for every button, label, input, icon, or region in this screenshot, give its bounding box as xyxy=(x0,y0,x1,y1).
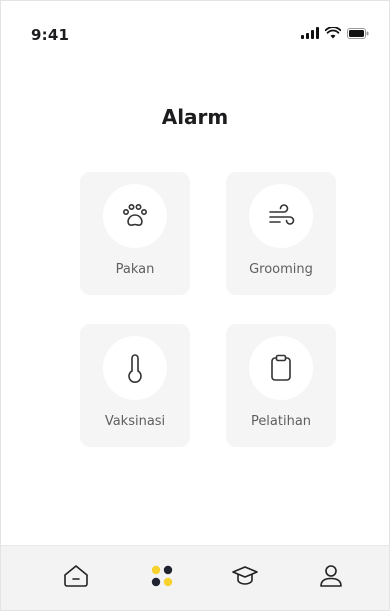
tile-vaksinasi[interactable]: Vaksinasi xyxy=(80,324,190,447)
tile-pelatihan[interactable]: Pelatihan xyxy=(226,324,336,447)
status-time: 9:41 xyxy=(31,26,70,44)
tile-icon-circle xyxy=(103,184,167,248)
tile-icon-circle xyxy=(103,336,167,400)
home-icon xyxy=(64,565,88,587)
nav-home[interactable] xyxy=(62,562,90,590)
thermometer-icon xyxy=(128,354,142,383)
phone-screen: 9:41 Alarm Pakan Grooming Vaksinasi Pela… xyxy=(0,0,390,611)
clipboard-icon xyxy=(271,354,291,381)
paw-icon xyxy=(122,203,147,226)
page-title: Alarm xyxy=(161,105,229,129)
signal-icon xyxy=(301,27,319,39)
tile-icon-circle xyxy=(249,336,313,400)
status-bar: 9:41 xyxy=(1,1,389,45)
nav-profile[interactable] xyxy=(317,562,345,590)
bottom-nav xyxy=(1,545,389,610)
battery-icon xyxy=(347,27,369,39)
tile-label: Pelatihan xyxy=(250,414,312,429)
tile-icon-circle xyxy=(249,184,313,248)
nav-training[interactable] xyxy=(231,562,259,590)
wind-icon xyxy=(269,204,295,225)
dots-icon xyxy=(151,565,173,587)
nav-alarm[interactable] xyxy=(148,562,176,590)
tile-label: Vaksinasi xyxy=(104,414,166,429)
tile-grooming[interactable]: Grooming xyxy=(226,172,336,295)
tile-label: Pakan xyxy=(115,262,155,277)
profile-icon xyxy=(320,565,342,587)
tile-pakan[interactable]: Pakan xyxy=(80,172,190,295)
wifi-icon xyxy=(325,27,341,39)
status-icons xyxy=(301,27,369,39)
tile-label: Grooming xyxy=(249,262,313,277)
graduation-cap-icon xyxy=(232,566,258,585)
